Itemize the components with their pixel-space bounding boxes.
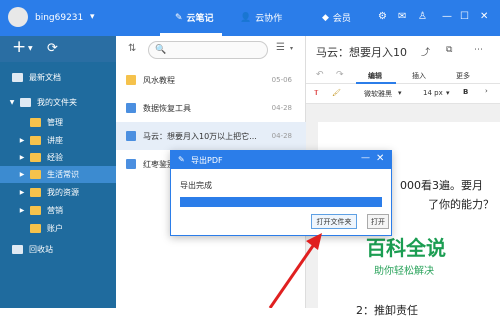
folder-icon	[30, 206, 41, 215]
minimize-icon[interactable]: —	[361, 153, 370, 163]
document-icon	[12, 73, 23, 82]
undo-icon[interactable]: ↶	[316, 70, 324, 80]
tab-edit[interactable]: 编辑	[368, 71, 382, 81]
avatar[interactable]	[8, 7, 28, 27]
pencil-icon: ✎	[175, 12, 183, 23]
open-button[interactable]: 打开	[367, 214, 389, 229]
redo-icon[interactable]: ↷	[336, 70, 344, 80]
sidebar-item-folder[interactable]: ▶ 营销	[0, 202, 116, 219]
chevron-down-icon[interactable]: ▼	[28, 45, 33, 52]
watermark-logo: 百科全说	[366, 236, 446, 260]
note-icon	[126, 131, 136, 141]
more-icon[interactable]: ⋯	[474, 45, 483, 55]
watermark-tagline: 助你轻松解决	[374, 266, 434, 277]
body-text: 2：推卸责任	[356, 304, 418, 317]
chevron-down-icon[interactable]: ▾	[90, 12, 95, 22]
username[interactable]: bing69231	[35, 13, 83, 23]
sidebar: + ▼ ⟳ 最新文档 ▼ 我的文件夹 管理 ▶ 讲座 ▶ 经验 ▶ 生活常识 ▶…	[0, 36, 116, 308]
progress-fill	[180, 197, 382, 207]
chevron-right-icon[interactable]: ▶	[18, 189, 26, 196]
folder-icon	[30, 118, 41, 127]
sync-icon[interactable]: ⟳	[47, 41, 58, 56]
list-item[interactable]: 数据恢复工具 04-28	[116, 94, 306, 122]
tab-cloud-notes[interactable]: ✎ 云笔记	[175, 11, 214, 25]
sidebar-item-latest[interactable]: 最新文档	[0, 69, 116, 86]
list-view-icon[interactable]: ☰	[276, 42, 285, 53]
note-title[interactable]: 马云：想要月入10	[316, 44, 407, 60]
tab-more[interactable]: 更多	[456, 71, 470, 81]
chevron-right-icon[interactable]: ▶	[18, 154, 26, 161]
folder-icon	[20, 98, 31, 107]
dialog-titlebar: ✎ 导出PDF — ✕	[171, 151, 391, 169]
export-status: 导出完成	[180, 181, 212, 190]
search-input[interactable]: 🔍	[148, 41, 268, 59]
tab-collaboration[interactable]: 👤 云协作	[240, 11, 282, 25]
list-item-selected[interactable]: 马云：想要月入10万以上把它... 04-28	[116, 122, 306, 150]
folder-icon	[30, 170, 41, 179]
editor-tabs: ↶ ↷ 编辑 插入 更多	[306, 66, 500, 84]
list-toolbar: ⇅ 🔍 ☰ ▾	[116, 36, 306, 62]
note-icon	[126, 103, 136, 113]
close-icon[interactable]: ✕	[480, 11, 488, 22]
sidebar-item-trash[interactable]: 回收站	[0, 241, 116, 258]
maximize-icon[interactable]: ☐	[460, 11, 469, 22]
diamond-icon: ◆	[322, 12, 329, 23]
bold-button[interactable]: B	[463, 88, 468, 96]
sidebar-item-folder[interactable]: 账户	[0, 220, 116, 237]
sidebar-item-folder-selected[interactable]: ▶ 生活常识	[0, 166, 116, 183]
sidebar-toolbar: + ▼ ⟳	[0, 36, 116, 62]
minimize-icon[interactable]: —	[442, 11, 452, 22]
folder-icon	[30, 153, 41, 162]
chevron-right-icon[interactable]: ▶	[18, 171, 26, 178]
export-progress-bar	[180, 197, 382, 207]
chevron-right-icon[interactable]: ›	[485, 87, 488, 95]
list-item[interactable]: 风水教程 05-06	[116, 66, 306, 94]
mail-icon[interactable]: ✉	[398, 11, 406, 22]
folder-icon	[126, 75, 136, 85]
format-painter-icon[interactable]: 🖌	[332, 89, 341, 97]
sidebar-item-folder[interactable]: ▶ 讲座	[0, 132, 116, 149]
tab-vip[interactable]: ◆ 会员	[322, 11, 351, 25]
sort-icon[interactable]: ⇅	[128, 43, 136, 54]
copy-icon[interactable]: ⧉	[446, 45, 452, 55]
dialog-title: 导出PDF	[191, 156, 223, 165]
body-text: 了你的能力？	[428, 198, 494, 211]
open-folder-button[interactable]: 打开文件夹	[311, 214, 357, 229]
chevron-right-icon[interactable]: ▶	[18, 207, 26, 214]
font-select[interactable]: 微软雅黑	[364, 89, 392, 99]
folder-icon	[30, 224, 41, 233]
user-icon: 👤	[240, 12, 252, 23]
pencil-icon: ✎	[178, 155, 185, 164]
tab-insert[interactable]: 插入	[412, 71, 426, 81]
folder-icon	[30, 136, 41, 145]
chevron-down-icon[interactable]: ▼	[8, 99, 16, 106]
font-size-select[interactable]: 14 px	[423, 89, 443, 97]
chevron-right-icon[interactable]: ▶	[18, 137, 26, 144]
shirt-icon[interactable]: ♙	[418, 11, 427, 22]
sidebar-item-folder[interactable]: 管理	[0, 114, 116, 131]
search-icon: 🔍	[155, 45, 167, 55]
export-pdf-dialog: ✎ 导出PDF — ✕ 导出完成 打开文件夹 打开	[170, 150, 392, 236]
close-icon[interactable]: ✕	[376, 153, 384, 164]
sidebar-item-folder[interactable]: ▶ 我的资源	[0, 184, 116, 201]
format-toolbar: 𝐓 🖌 微软雅黑 ▾ 14 px ▾ B ›	[306, 84, 500, 104]
sidebar-item-folder[interactable]: ▶ 经验	[0, 149, 116, 166]
add-icon[interactable]: +	[12, 39, 26, 56]
share-icon[interactable]: ⤴	[421, 45, 430, 58]
format-clear-icon[interactable]: 𝐓	[314, 89, 319, 98]
chevron-down-icon[interactable]: ▾	[290, 45, 293, 52]
chevron-down-icon[interactable]: ▾	[446, 89, 450, 97]
sidebar-item-my-folders[interactable]: ▼ 我的文件夹	[0, 94, 116, 111]
top-bar: bing69231 ▾ ✎ 云笔记 👤 云协作 ◆ 会员 ⚙ ✉ ♙ — ☐ ✕	[0, 0, 500, 36]
note-icon	[126, 159, 136, 169]
body-text: 000看3遍。要月	[400, 179, 483, 192]
chevron-down-icon[interactable]: ▾	[398, 89, 402, 97]
folder-icon	[30, 188, 41, 197]
trash-icon	[12, 245, 23, 254]
gear-icon[interactable]: ⚙	[378, 11, 387, 22]
